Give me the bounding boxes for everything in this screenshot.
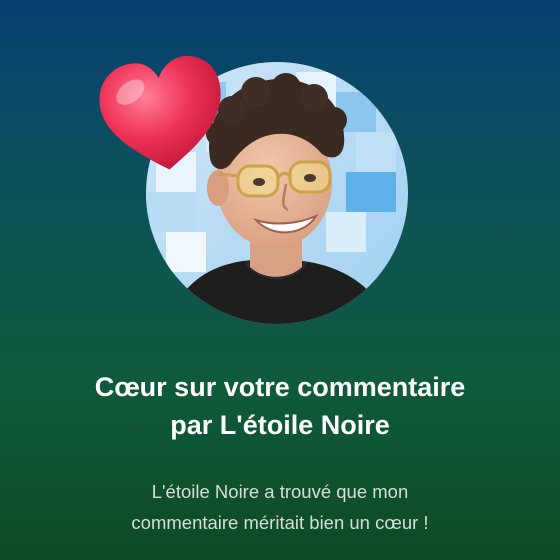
notification-message: L'étoile Noire a trouvé que mon commenta… [30, 476, 530, 538]
heart-icon [94, 52, 230, 180]
title-line-2: par L'étoile Noire [170, 410, 390, 440]
heart-notification-card: Cœur sur votre commentaire par L'étoile … [0, 0, 560, 560]
title-line-1: Cœur sur votre commentaire [94, 372, 466, 402]
notification-title: Cœur sur votre commentaire par L'étoile … [20, 368, 540, 444]
message-line-1: L'étoile Noire a trouvé que mon [151, 481, 409, 502]
message-line-2: commentaire méritait bien un cœur ! [131, 512, 429, 533]
